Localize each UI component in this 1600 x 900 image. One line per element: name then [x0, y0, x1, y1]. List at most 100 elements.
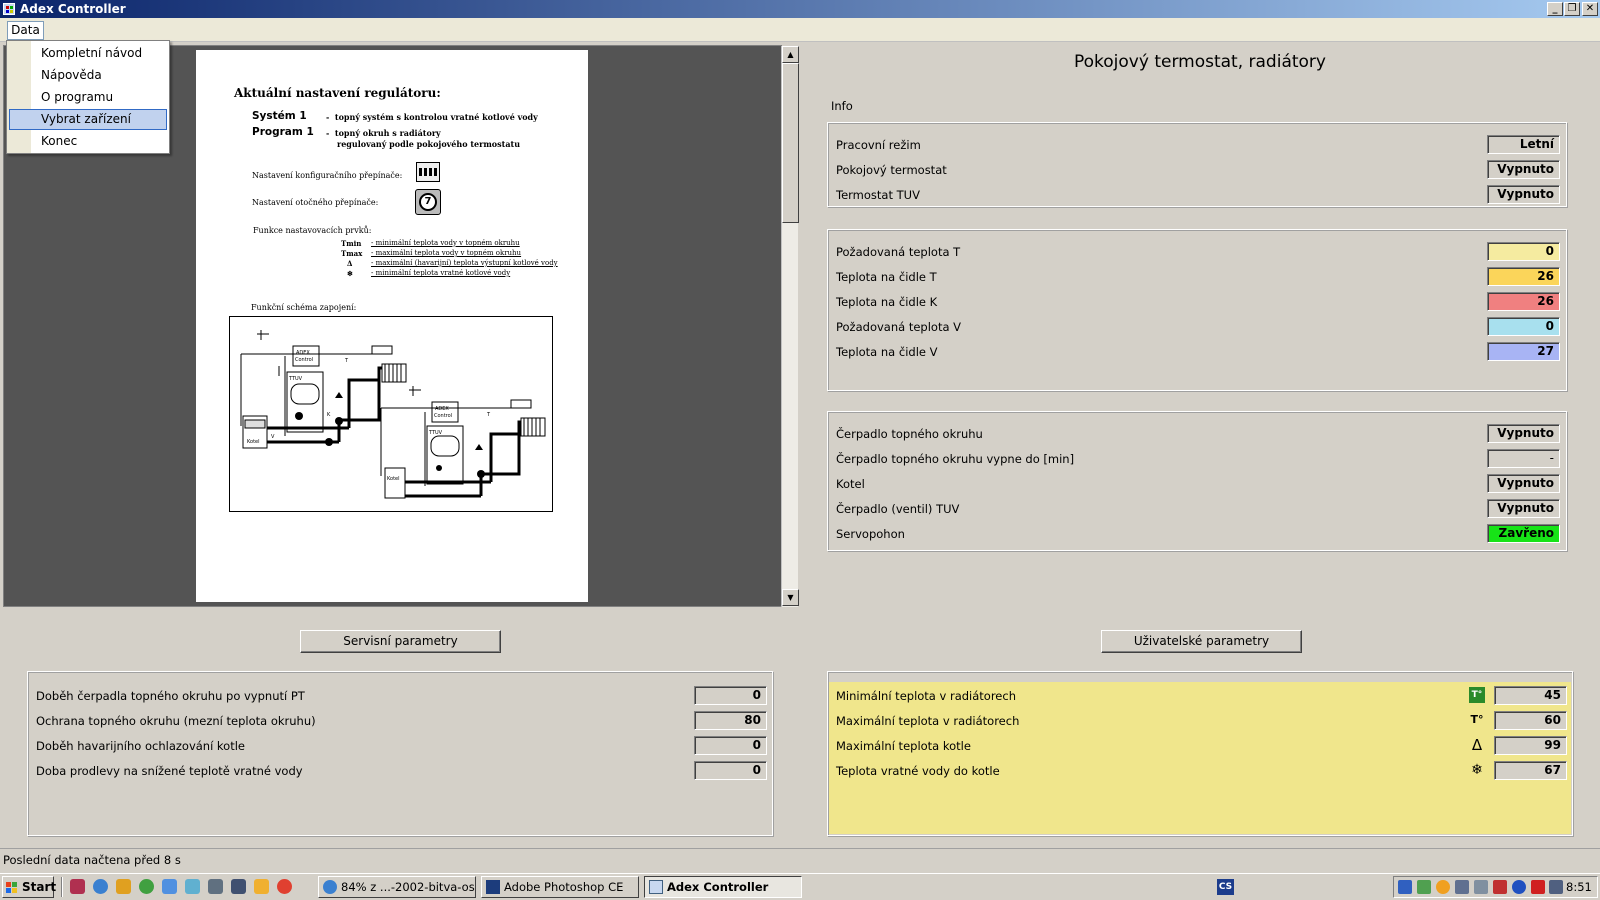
- service-param-value-2[interactable]: 0: [694, 736, 767, 755]
- minimize-button[interactable]: _: [1547, 2, 1563, 16]
- wiring-diagram: ADEX Control TTUV Kotel T K V ADEX Contr…: [229, 316, 553, 512]
- windows-logo-icon: [6, 882, 17, 893]
- quicklaunch-desktop-icon[interactable]: [185, 879, 200, 894]
- doc-func-sym-2: Tmax: [341, 249, 363, 258]
- tray-connection-icon[interactable]: [1455, 880, 1469, 894]
- service-param-value-0[interactable]: 0: [694, 686, 767, 705]
- service-param-label-1: Ochrana topného okruhu (mezní teplota ok…: [36, 714, 316, 728]
- status-value-mode: Letní: [1487, 135, 1560, 154]
- temp-label-sensor-v: Teplota na čidle V: [836, 345, 938, 359]
- close-button[interactable]: ✕: [1582, 2, 1598, 16]
- status-separator: [0, 848, 1600, 849]
- language-indicator[interactable]: CS: [1217, 879, 1234, 895]
- scroll-thumb[interactable]: [782, 63, 799, 223]
- tray-antivirus-icon[interactable]: [1493, 880, 1507, 894]
- menu-item-help[interactable]: Nápověda: [9, 65, 167, 86]
- service-param-label-3: Doba prodlevy na snížené teplotě vratné …: [36, 764, 303, 778]
- doc-functions-title: Funkce nastavovacích prvků:: [253, 226, 372, 235]
- device-label-pump-off-in: Čerpadlo topného okruhu vypne do [min]: [836, 452, 1075, 466]
- doc-schema-title: Funkční schéma zapojení:: [251, 303, 357, 312]
- service-parameters-button[interactable]: Servisní parametry: [300, 630, 501, 653]
- app-icon: [3, 3, 15, 15]
- task-browser-icon: [323, 880, 337, 894]
- user-param-label-1: Maximální teplota v radiátorech: [836, 714, 1020, 728]
- user-param-value-0[interactable]: 45: [1494, 686, 1567, 705]
- tray-wifi-icon[interactable]: [1417, 880, 1431, 894]
- status-value-tuv-thermostat: Vypnuto: [1487, 185, 1560, 204]
- user-param-value-1[interactable]: 60: [1494, 711, 1567, 730]
- temp-value-sensor-k: 26: [1487, 292, 1560, 311]
- device-label-heating-pump: Čerpadlo topného okruhu: [836, 427, 983, 441]
- tray-security-icon[interactable]: [1531, 880, 1545, 894]
- user-param-label-2: Maximální teplota kotle: [836, 739, 971, 753]
- task-adex-controller[interactable]: Adex Controller: [644, 876, 802, 898]
- scroll-down-button[interactable]: ▼: [782, 589, 799, 606]
- user-param-value-3[interactable]: 67: [1494, 761, 1567, 780]
- diagram-ttuv-label-2: TTUV: [428, 430, 443, 436]
- status-text: Poslední data načtena před 8 s: [3, 853, 181, 867]
- quicklaunch-computer-icon[interactable]: [208, 879, 223, 894]
- diagram-kotel-label-1: Kotel: [247, 439, 260, 445]
- device-value-tuv-pump: Vypnuto: [1487, 499, 1560, 518]
- temp-value-sensor-v: 27: [1487, 342, 1560, 361]
- snowflake-icon: ❄: [1471, 762, 1483, 778]
- task-browser[interactable]: 84% z ...-2002-bitva-os...: [318, 876, 476, 898]
- doc-rotary-switch: Nastavení otočného přepínače:: [252, 198, 379, 207]
- device-label-servo: Servopohon: [836, 527, 905, 541]
- tray-update-icon[interactable]: [1436, 880, 1450, 894]
- tray-speaker-icon[interactable]: [1474, 880, 1488, 894]
- user-param-value-2[interactable]: 99: [1494, 736, 1567, 755]
- doc-program-desc-2: regulovaný podle pokojového termostatu: [337, 139, 521, 149]
- temp-label-required-v: Požadovaná teplota V: [836, 320, 962, 334]
- data-menu-dropdown: Kompletní návod Nápověda O programu Vybr…: [6, 40, 170, 154]
- rotary-value: 7: [419, 193, 437, 211]
- tray-bluetooth-icon[interactable]: [1512, 880, 1526, 894]
- task-photoshop-icon: [486, 880, 500, 894]
- quicklaunch-media-icon[interactable]: [139, 879, 154, 894]
- rotary-switch-icon: 7: [415, 189, 441, 215]
- quicklaunch-save-icon[interactable]: [70, 879, 85, 894]
- diagram-adex-label-1: ADEX: [296, 350, 310, 356]
- delta-icon: Δ: [1471, 736, 1483, 754]
- info-label: Info: [831, 99, 853, 113]
- doc-program-desc: - topný okruh s radiátory: [326, 128, 441, 138]
- service-param-label-0: Doběh čerpadla topného okruhu po vypnutí…: [36, 689, 305, 703]
- tray-device-icon[interactable]: [1549, 880, 1563, 894]
- scroll-up-button[interactable]: ▲: [782, 46, 799, 63]
- quicklaunch-browser-icon[interactable]: [162, 879, 177, 894]
- doc-func-sym-1: Tmin: [341, 239, 362, 248]
- doc-system-label: Systém 1: [252, 110, 307, 122]
- menu-data[interactable]: Data: [7, 21, 44, 40]
- document-scrollbar[interactable]: ▲ ▼: [781, 46, 799, 607]
- quicklaunch-ie-icon[interactable]: [93, 879, 108, 894]
- diagram-v-label-1: V: [271, 434, 275, 440]
- diagram-control-label-1: Control: [295, 357, 313, 363]
- menu-item-exit[interactable]: Konec: [9, 131, 167, 152]
- device-value-heating-pump: Vypnuto: [1487, 424, 1560, 443]
- tray-network-icon[interactable]: [1398, 880, 1412, 894]
- menu-item-complete-manual[interactable]: Kompletní návod: [9, 43, 167, 64]
- service-param-value-3[interactable]: 0: [694, 761, 767, 780]
- diagram-kotel-label-2: Kotel: [387, 476, 400, 482]
- service-param-label-2: Doběh havarijního ochlazování kotle: [36, 739, 245, 753]
- window-title: Adex Controller: [20, 2, 126, 16]
- panel-title: Pokojový termostat, radiátory: [1074, 52, 1326, 72]
- service-param-value-1[interactable]: 80: [694, 711, 767, 730]
- quicklaunch-shield-icon[interactable]: [231, 879, 246, 894]
- menu-item-about[interactable]: O programu: [9, 87, 167, 108]
- device-label-tuv-pump: Čerpadlo (ventil) TUV: [836, 502, 960, 516]
- user-parameters-button[interactable]: Uživatelské parametry: [1101, 630, 1302, 653]
- quicklaunch-chrome-icon[interactable]: [277, 879, 292, 894]
- quicklaunch-divider: [61, 877, 63, 897]
- task-photoshop[interactable]: Adobe Photoshop CE: [481, 876, 639, 898]
- restore-button[interactable]: ❐: [1564, 2, 1580, 16]
- device-value-pump-off-in: -: [1487, 449, 1560, 468]
- tmin-icon: T°: [1469, 687, 1485, 703]
- temp-label-required-t: Požadovaná teplota T: [836, 245, 961, 259]
- status-label-mode: Pracovní režim: [836, 138, 921, 152]
- quicklaunch-folder-icon[interactable]: [254, 879, 269, 894]
- menu-item-select-device[interactable]: Vybrat zařízení: [9, 109, 167, 130]
- user-param-label-3: Teplota vratné vody do kotle: [836, 764, 1000, 778]
- temp-value-sensor-t: 26: [1487, 267, 1560, 286]
- quicklaunch-tools-icon[interactable]: [116, 879, 131, 894]
